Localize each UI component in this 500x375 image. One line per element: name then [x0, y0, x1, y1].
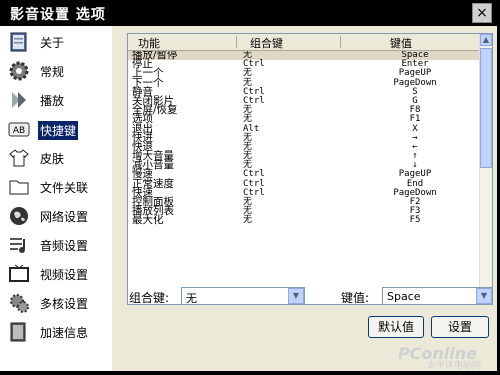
table-row[interactable]: 增大音量无 ↑ — [128, 151, 480, 162]
window-title: 影音设置 选项 — [10, 7, 106, 23]
svg-text:AB: AB — [13, 126, 25, 136]
chevron-down-icon[interactable]: ▼ — [288, 288, 304, 304]
sidebar-item-network[interactable]: 网络设置 — [0, 202, 112, 231]
table-row[interactable]: 播放列表无 F3 — [128, 206, 480, 217]
list-header: 功能 组合键 键值 — [128, 34, 480, 51]
sidebar-item-skin[interactable]: 皮肤 — [0, 144, 112, 173]
combo-key-value: 无 — [186, 292, 197, 305]
table-row[interactable]: 慢速 Ctrl PageUP — [128, 169, 480, 180]
set-button[interactable]: 设置 — [431, 316, 489, 338]
sidebar-item-playback[interactable]: 播放 — [0, 86, 112, 115]
column-divider[interactable] — [236, 36, 237, 48]
sidebar-item-label: 播放 — [40, 94, 65, 108]
folder-icon — [9, 180, 29, 195]
sidebar-item-label: 网络设置 — [40, 210, 89, 224]
main-panel: 功能 组合键 键值 播放/暂停无 Space 停止 Ctrl Enter 上一个无 Page… — [112, 26, 497, 371]
multicore-icon — [10, 294, 29, 313]
sidebar-item-general[interactable]: 常规 — [0, 57, 112, 86]
accelerate-icon — [10, 322, 26, 342]
keyboard-ab-icon: AB — [8, 122, 30, 137]
watermark-text: 太平洋电脑网 — [426, 361, 481, 371]
sidebar-item-label: 文件关联 — [40, 181, 89, 195]
scroll-up-button[interactable]: ▲ — [480, 34, 492, 46]
table-row[interactable]: 最大化 无 F5 — [128, 214, 480, 227]
audio-icon — [10, 238, 25, 253]
combo-key-label: 组合键: — [129, 291, 170, 305]
sidebar-item-video[interactable]: 视频设置 — [0, 260, 112, 289]
sidebar-item-label: 快捷键 — [38, 121, 79, 140]
key-value-select[interactable]: Space ▼ — [382, 287, 493, 305]
title-bar[interactable]: 影音设置 选项 × — [0, 0, 500, 26]
table-row[interactable]: 快退无 ← — [128, 142, 480, 153]
column-header-modifier[interactable]: 组合键 — [250, 35, 283, 51]
table-row[interactable]: 全屏/恢复无 F8 — [128, 105, 480, 116]
default-button[interactable]: 默认值 — [368, 316, 424, 338]
table-row[interactable]: 关闭影片 Ctrl G — [128, 96, 480, 107]
close-button[interactable]: × — [472, 3, 492, 23]
key-value-label: 键值: — [341, 291, 370, 305]
chevron-down-icon[interactable]: ▼ — [476, 288, 492, 304]
book-icon — [10, 32, 27, 52]
sidebar-item-acceleration[interactable]: 加速信息 — [0, 318, 112, 347]
column-header-function[interactable]: 功能 — [138, 35, 160, 51]
sidebar-item-multicore[interactable]: 多核设置 — [0, 289, 112, 318]
table-row[interactable]: 快进无 → — [128, 132, 480, 143]
cell-modifier: 无 — [243, 215, 253, 226]
sidebar-item-label: 关于 — [40, 36, 65, 50]
cell-function: 最大化 — [132, 214, 164, 227]
list-rows: 播放/暂停无 Space 停止 Ctrl Enter 上一个无 PageUP 下一个无 Page… — [128, 51, 480, 304]
table-row[interactable]: 退出 Alt X — [128, 123, 480, 134]
table-row[interactable]: 选项无 F1 — [128, 114, 480, 125]
table-row[interactable]: 快速 Ctrl PageDown — [128, 187, 480, 198]
tv-icon — [9, 264, 29, 282]
key-value-value: Space — [387, 290, 421, 303]
sidebar-item-hotkeys[interactable]: AB 快捷键 — [0, 115, 112, 144]
gear-icon — [9, 61, 29, 81]
sidebar-item-label: 多核设置 — [40, 297, 89, 311]
sidebar-item-file-association[interactable]: 文件关联 — [0, 173, 112, 202]
sidebar-item-audio[interactable]: 音频设置 — [0, 231, 112, 260]
tshirt-icon — [9, 149, 29, 167]
sidebar: 关于 常规 播放 AB 快捷键 皮肤 文件关联 网络设置 音频设置 视频设置 多… — [0, 26, 112, 371]
globe-icon — [10, 207, 28, 225]
cell-key: F5 — [409, 215, 421, 226]
sidebar-item-label: 音频设置 — [40, 239, 89, 253]
sidebar-item-about[interactable]: 关于 — [0, 28, 112, 57]
sidebar-item-label: 皮肤 — [40, 152, 65, 166]
hotkey-list[interactable]: 功能 组合键 键值 播放/暂停无 Space 停止 Ctrl Enter 上一个无 Page… — [127, 33, 493, 305]
vertical-scrollbar[interactable]: ▲ ▼ — [479, 34, 492, 304]
sidebar-item-label: 加速信息 — [40, 326, 89, 340]
scroll-thumb[interactable] — [480, 48, 492, 168]
sidebar-item-label: 视频设置 — [40, 268, 89, 282]
column-header-key[interactable]: 键值 — [390, 35, 412, 51]
sidebar-item-label: 常规 — [40, 65, 65, 79]
column-divider[interactable] — [340, 36, 341, 48]
settings-window: 影音设置 选项 × 关于 常规 播放 AB 快捷键 皮肤 文件关联 网络设置 音… — [0, 0, 500, 375]
table-row[interactable]: 静音 Ctrl S — [128, 86, 480, 97]
table-row[interactable]: 控制面板无 F2 — [128, 197, 480, 208]
table-row[interactable]: 下一个无 PageDown — [128, 77, 480, 88]
play-arrow-icon — [12, 92, 26, 108]
combo-key-select[interactable]: 无 ▼ — [181, 287, 305, 305]
